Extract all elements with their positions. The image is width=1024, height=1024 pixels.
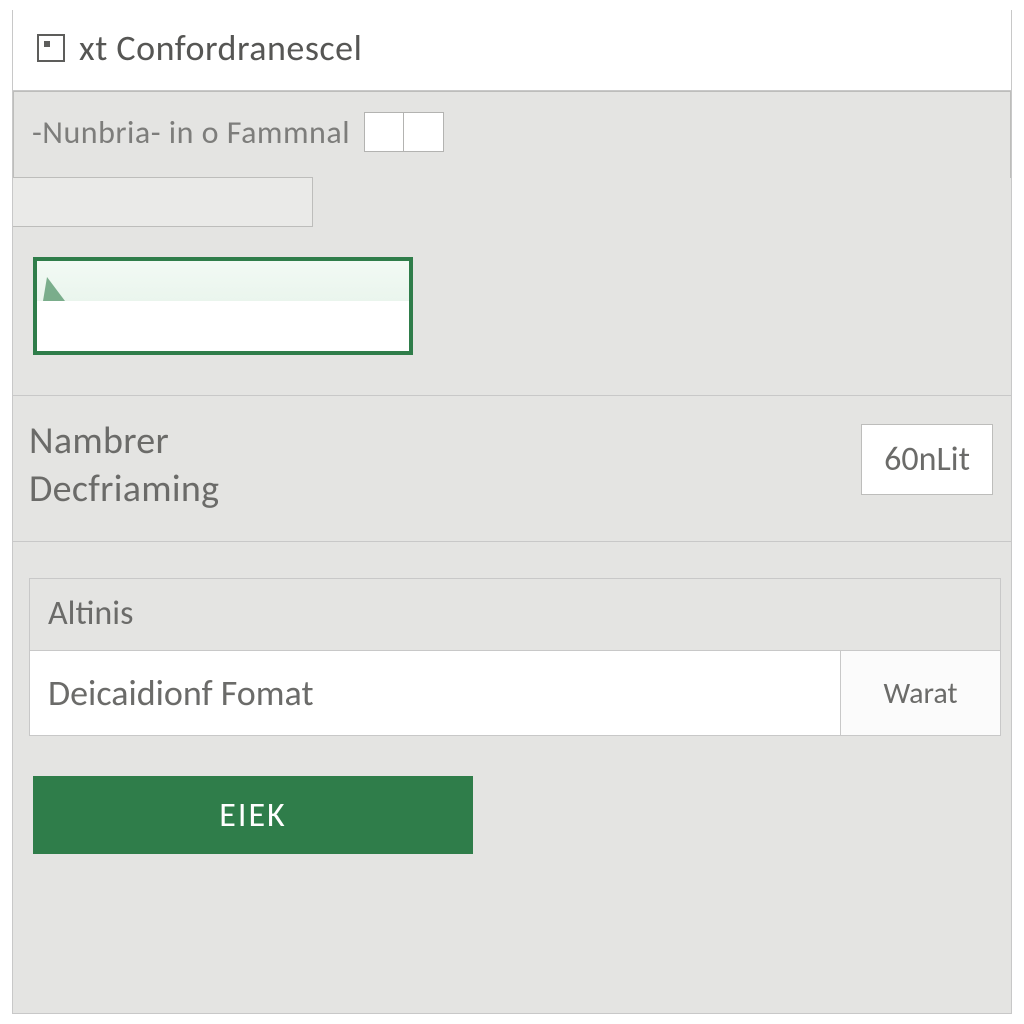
options-row: Deicaidionf Fomat Warat <box>30 651 1000 735</box>
category-section: Nambrer Decfriaming 60nLit <box>13 395 1011 542</box>
preview-value <box>37 301 409 351</box>
decimal-format-value[interactable]: Warat <box>840 651 1000 735</box>
options-header: Altinis <box>30 579 1000 651</box>
window-title: xt Confordranescel <box>79 26 362 70</box>
format-group: -Nunbria- in о Fammnal <box>13 91 1011 178</box>
decimal-format-label: Deicaidionf Fomat <box>30 651 840 735</box>
preview-top <box>37 261 409 301</box>
small-input-1[interactable] <box>364 112 404 152</box>
format-preview-combo[interactable] <box>33 257 413 355</box>
small-input-pair <box>364 112 444 152</box>
options-group: Altinis Deicaidionf Fomat Warat <box>29 578 1001 736</box>
format-group-legend: -Nunbria- in о Fammnal <box>32 113 350 152</box>
tab-stub[interactable] <box>13 177 313 227</box>
titlebar: xt Confordranescel <box>13 10 1011 90</box>
dialog-body: -Nunbria- in о Fammnal Nambrer Decfriami… <box>13 90 1011 854</box>
category-label-line1: Nambrer <box>29 418 219 466</box>
app-icon <box>37 34 65 62</box>
category-label-line2: Decfriaming <box>29 466 219 514</box>
dialog-window: xt Confordranescel -Nunbria- in о Fammna… <box>12 10 1012 1014</box>
small-input-2[interactable] <box>404 112 444 152</box>
ok-button[interactable]: EIEK <box>33 776 473 854</box>
category-labels: Nambrer Decfriaming <box>29 418 219 513</box>
unit-button[interactable]: 60nLit <box>861 424 993 495</box>
